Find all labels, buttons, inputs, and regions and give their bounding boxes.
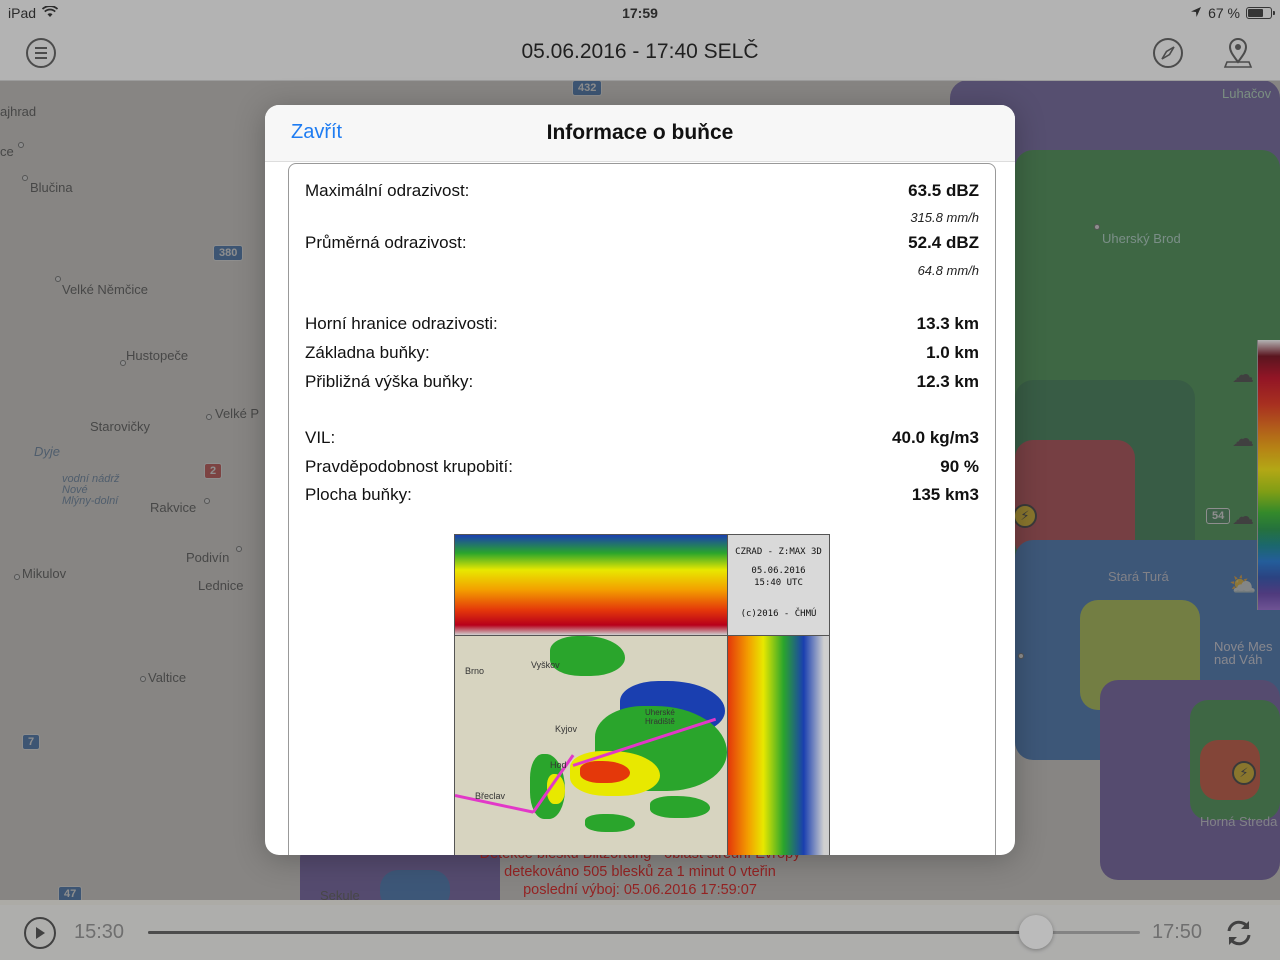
info-value: 1.0 km — [926, 343, 979, 362]
info-value: 63.5 dBZ — [908, 181, 979, 200]
info-label: Plocha buňky: — [305, 485, 412, 504]
info-label: VIL: — [305, 428, 336, 447]
radar-storm-cell — [550, 636, 625, 676]
radar-place-label: Kyjov — [555, 724, 578, 734]
radar-place-label: Hod — [550, 760, 567, 770]
info-row-cell-area: Plocha buňky: 135 km3 — [305, 485, 979, 507]
radar-place-label: Uherské Hradiště — [645, 708, 675, 726]
info-value: 135 km3 — [911, 485, 979, 504]
info-row-cell-base: Základna buňky: 1.0 km — [305, 343, 979, 365]
radar-caption-line: (c)2016 - ČHMÚ — [740, 609, 817, 619]
radar-caption-line: CZRAD - Z:MAX 3D — [735, 547, 822, 557]
info-label: Základna buňky: — [305, 343, 430, 362]
info-value: 52.4 dBZ — [908, 233, 979, 252]
radar-storm-cell — [650, 796, 710, 818]
info-row-avg-reflectivity: Průměrná odrazivost: 52.4 dBZ — [305, 233, 979, 255]
radar-side-profile — [728, 636, 829, 855]
radar-cross-section-image: CZRAD - Z:MAX 3D 05.06.2016 15:40 UTC (c… — [454, 534, 830, 855]
radar-place-label: Brno — [465, 666, 485, 676]
info-row-max-reflectivity: Maximální odrazivost: 63.5 dBZ — [305, 181, 979, 203]
modal-title: Informace o buňce — [546, 121, 734, 144]
info-label: Přibližná výška buňky: — [305, 372, 474, 391]
info-subvalue: 315.8 mm/h — [910, 210, 979, 225]
info-label: Průměrná odrazivost: — [305, 233, 467, 252]
radar-caption-line: 05.06.2016 — [751, 566, 806, 576]
radar-plan-view: Brno Vyškov Kyjov Hod Břeclav Uherské Hr… — [455, 636, 728, 855]
radar-storm-cell — [580, 761, 630, 783]
info-label: Pravděpodobnost krupobití: — [305, 457, 513, 476]
radar-place-label: Břeclav — [475, 791, 506, 801]
info-row-vil: VIL: 40.0 kg/m3 — [305, 428, 979, 450]
info-value: 12.3 km — [916, 372, 979, 391]
info-label: Maximální odrazivost: — [305, 181, 470, 200]
radar-storm-cell — [585, 814, 635, 832]
info-value: 13.3 km — [916, 314, 979, 333]
info-row-cell-height: Přibližná výška buňky: 12.3 km — [305, 372, 979, 394]
radar-image-caption: CZRAD - Z:MAX 3D 05.06.2016 15:40 UTC (c… — [728, 535, 829, 636]
cell-info-panel[interactable]: Maximální odrazivost: 63.5 dBZ 315.8 mm/… — [288, 163, 996, 855]
radar-place-label: Vyškov — [531, 660, 560, 670]
cell-info-modal: Zavřít Informace o buňce Maximální odraz… — [265, 105, 1015, 855]
modal-header: Zavřít Informace o buňce — [265, 105, 1015, 162]
info-label: Horní hranice odrazivosti: — [305, 314, 498, 333]
info-row-hail-probability: Pravděpodobnost krupobití: 90 % — [305, 457, 979, 479]
info-row-top-reflectivity: Horní hranice odrazivosti: 13.3 km — [305, 314, 979, 336]
info-value: 40.0 kg/m3 — [892, 428, 979, 447]
radar-caption-line: 15:40 UTC — [754, 578, 803, 588]
info-value: 90 % — [940, 457, 979, 476]
radar-vertical-profile — [455, 535, 728, 636]
info-subvalue: 64.8 mm/h — [917, 263, 979, 278]
